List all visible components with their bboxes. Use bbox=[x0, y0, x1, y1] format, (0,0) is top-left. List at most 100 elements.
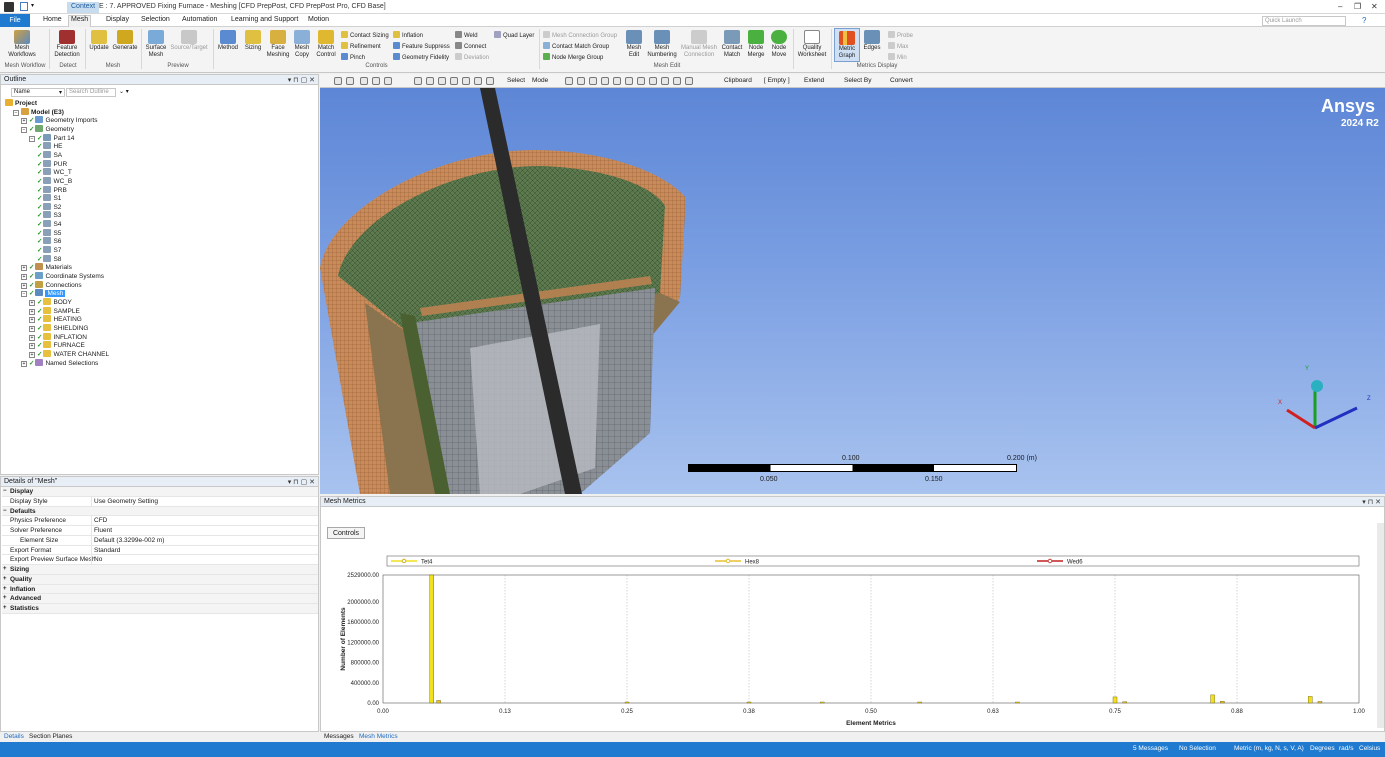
tree-node[interactable]: − ✓ Part 14 bbox=[29, 133, 74, 143]
zoom-icon[interactable] bbox=[486, 77, 494, 85]
inflation-button[interactable]: Inflation bbox=[393, 31, 423, 39]
expand-icon[interactable]: + bbox=[29, 325, 35, 332]
details-row[interactable]: Display Style Use Geometry Setting bbox=[2, 496, 318, 507]
max-button[interactable]: Max bbox=[888, 42, 908, 50]
contact-match-group-button[interactable]: Contact Match Group bbox=[543, 42, 609, 50]
details-category[interactable]: + Sizing bbox=[2, 565, 318, 575]
rotate-icon[interactable] bbox=[414, 77, 422, 85]
metric-graph-button[interactable]: Metric Graph bbox=[834, 28, 860, 62]
quick-access-icon[interactable] bbox=[20, 2, 28, 11]
collapse-icon[interactable]: − bbox=[21, 126, 27, 133]
tree-node[interactable]: + ✓ Named Selections bbox=[21, 358, 98, 368]
tree-node[interactable]: + ✓ WATER CHANNEL bbox=[29, 349, 109, 359]
zoom-box-icon[interactable] bbox=[438, 77, 446, 85]
outline-name-filter[interactable]: Name ▾ bbox=[11, 88, 65, 97]
collapse-icon[interactable]: − bbox=[3, 488, 7, 494]
help-icon[interactable]: ? bbox=[1362, 16, 1366, 25]
expand-icon[interactable]: + bbox=[3, 586, 7, 592]
tab-section-planes[interactable]: Section Planes bbox=[26, 732, 75, 742]
weld-button[interactable]: Weld bbox=[455, 31, 478, 39]
expand-icon[interactable]: + bbox=[29, 308, 35, 315]
bar[interactable] bbox=[746, 701, 752, 704]
contact-match-button[interactable]: Contact Match bbox=[720, 30, 744, 59]
expand-icon[interactable]: + bbox=[21, 282, 27, 289]
collapse-icon[interactable]: − bbox=[21, 291, 27, 298]
expand-icon[interactable]: + bbox=[3, 576, 7, 582]
select-filter-icon[interactable] bbox=[613, 77, 621, 85]
bar[interactable] bbox=[1317, 701, 1323, 704]
zoom-icon[interactable] bbox=[474, 77, 482, 85]
generate-button[interactable]: Generate bbox=[112, 30, 138, 52]
tree-node[interactable]: + ✓ SHIELDING bbox=[29, 323, 89, 333]
tree-node[interactable]: + ✓ FURNACE bbox=[29, 341, 85, 350]
close-button[interactable]: ✕ bbox=[1371, 2, 1378, 11]
bar[interactable] bbox=[1220, 701, 1225, 704]
legend-label[interactable]: Hex8 bbox=[745, 560, 760, 566]
sizing-button[interactable]: Sizing bbox=[242, 30, 264, 52]
match-control-button[interactable]: Match Control bbox=[313, 30, 339, 59]
tree-node[interactable]: + ✓ SAMPLE bbox=[29, 306, 80, 316]
tree-node[interactable]: ✓ S5 bbox=[37, 228, 61, 238]
tree-node[interactable]: + ✓ Geometry Imports bbox=[21, 116, 97, 125]
restore-button[interactable]: ❐ bbox=[1354, 2, 1361, 11]
geometry-fidelity-button[interactable]: Geometry Fidelity bbox=[393, 53, 449, 61]
tree-node[interactable]: ✓ S2 bbox=[37, 202, 61, 212]
bar[interactable] bbox=[429, 574, 435, 704]
mesh-model[interactable] bbox=[320, 88, 1385, 494]
temperature-units[interactable]: Celsius bbox=[1359, 745, 1380, 752]
expand-icon[interactable]: + bbox=[3, 566, 7, 572]
quad-layer-button[interactable]: Quad Layer bbox=[494, 31, 534, 39]
expand-icon[interactable]: + bbox=[3, 595, 7, 601]
select-filter-icon[interactable] bbox=[661, 77, 669, 85]
min-button[interactable]: Min bbox=[888, 53, 907, 61]
details-value[interactable]: Use Geometry Setting bbox=[94, 498, 158, 505]
pan-icon[interactable] bbox=[426, 77, 434, 85]
pane-controls-icon[interactable]: ▾ ⊓ ▢ ✕ bbox=[288, 478, 315, 486]
bar[interactable] bbox=[1015, 701, 1020, 704]
update-button[interactable]: Update bbox=[87, 30, 111, 52]
tree-node[interactable]: ✓ SA bbox=[37, 150, 62, 160]
bar[interactable] bbox=[1122, 701, 1127, 704]
probe-button[interactable]: Probe bbox=[888, 31, 913, 39]
clipboard-button[interactable]: Clipboard bbox=[724, 77, 752, 84]
tree-node[interactable]: Project bbox=[5, 99, 37, 108]
tree-node[interactable]: − ✓ Geometry bbox=[21, 124, 74, 134]
mesh-copy-button[interactable]: Mesh Copy bbox=[292, 30, 312, 59]
zoom-icon[interactable] bbox=[462, 77, 470, 85]
details-row[interactable]: Export Preview Surface Mesh No bbox=[2, 555, 318, 566]
tree-node[interactable]: ✓ S1 bbox=[37, 194, 61, 203]
filter-icon[interactable]: ⌄ ▾ bbox=[119, 88, 129, 95]
connect-button[interactable]: Connect bbox=[455, 42, 486, 50]
tree-node[interactable]: + ✓ BODY bbox=[29, 297, 72, 307]
collapse-icon[interactable]: − bbox=[3, 508, 7, 514]
tab-mesh[interactable]: Mesh bbox=[68, 15, 92, 27]
tab-selection[interactable]: Selection bbox=[139, 16, 172, 27]
tree-node[interactable]: + ✓ Coordinate Systems bbox=[21, 272, 104, 281]
tab-learning-support[interactable]: Learning and Support bbox=[229, 16, 300, 27]
graphics-viewport[interactable]: Ansys 2024 R2 0.100 0.200 (m) 0.050 0.15… bbox=[320, 88, 1385, 494]
select-filter-icon[interactable] bbox=[685, 77, 693, 85]
zoom-out-icon[interactable] bbox=[346, 77, 354, 85]
tree-node[interactable]: ✓ PRB bbox=[37, 185, 67, 195]
tab-motion[interactable]: Motion bbox=[306, 16, 331, 27]
expand-icon[interactable]: + bbox=[29, 317, 35, 324]
details-row[interactable]: Solver Preference Fluent bbox=[2, 526, 318, 536]
details-category[interactable]: + Statistics bbox=[2, 604, 318, 614]
expand-icon[interactable]: + bbox=[21, 360, 27, 367]
details-row[interactable]: Export Format Standard bbox=[2, 545, 318, 556]
mesh-numbering-button[interactable]: Mesh Numbering bbox=[646, 30, 678, 59]
bar[interactable] bbox=[436, 700, 441, 704]
expand-icon[interactable]: + bbox=[21, 118, 27, 125]
bar[interactable] bbox=[1308, 696, 1313, 704]
mesh-metrics-chart[interactable]: Tet4 Hex8 Wed6 0.00 0.13 0.25 0.38 0.50 0.63 0.75… bbox=[325, 509, 1365, 729]
chart-scrollbar[interactable] bbox=[1377, 523, 1384, 728]
tree-node[interactable]: ✓ WC_T bbox=[37, 168, 72, 177]
convert-button[interactable]: Convert bbox=[890, 77, 913, 84]
quick-launch-input[interactable]: Quick Launch bbox=[1262, 16, 1346, 26]
expand-icon[interactable]: + bbox=[21, 274, 27, 280]
details-value[interactable]: No bbox=[94, 556, 102, 563]
tree-node[interactable]: ✓ S7 bbox=[37, 246, 61, 255]
details-row[interactable]: Physics Preference CFD bbox=[2, 516, 318, 527]
collapse-icon[interactable]: − bbox=[13, 109, 19, 116]
tab-file[interactable]: File bbox=[0, 14, 30, 27]
